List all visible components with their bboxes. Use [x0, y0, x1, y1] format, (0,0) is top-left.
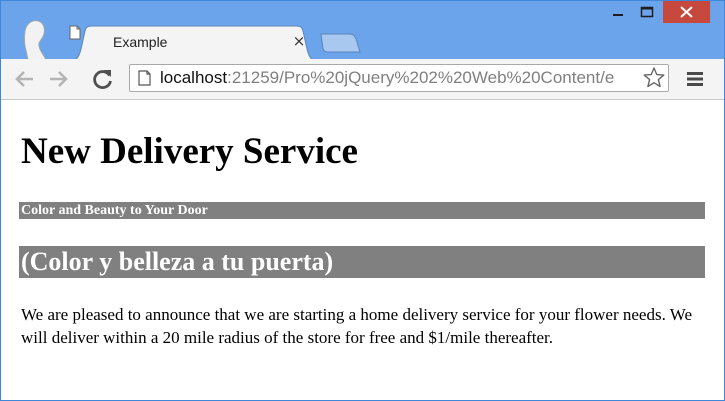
announcement-paragraph: We are pleased to announce that we are s…	[21, 305, 693, 347]
tab-close-icon[interactable]: ×	[289, 31, 309, 51]
page-icon	[138, 70, 151, 86]
url-text[interactable]: localhost:21259/Pro%20jQuery%202%20Web%2…	[160, 68, 614, 88]
reload-icon[interactable]	[91, 67, 115, 91]
address-bar[interactable]: localhost:21259/Pro%20jQuery%202%20Web%2…	[129, 64, 669, 92]
forward-arrow-icon[interactable]	[46, 67, 70, 91]
page-content: New Delivery Service Color and Beauty to…	[1, 100, 724, 400]
page-heading: New Delivery Service	[21, 131, 358, 172]
browser-window: Example × localhost:21259/Pro%20jQuery%2…	[0, 0, 725, 401]
browser-toolbar: localhost:21259/Pro%20jQuery%202%20Web%2…	[1, 59, 724, 100]
close-window-button[interactable]	[663, 1, 710, 23]
bookmark-button[interactable]	[640, 65, 668, 91]
close-icon	[680, 6, 693, 18]
menu-icon[interactable]	[684, 68, 706, 90]
star-icon	[643, 67, 665, 88]
tagline-heading: Color and Beauty to Your Door	[19, 202, 705, 219]
tab-title: Example	[113, 34, 168, 50]
profile-icon[interactable]	[19, 13, 49, 61]
minimize-button[interactable]	[605, 1, 631, 23]
back-arrow-icon[interactable]	[13, 67, 37, 91]
tagline-spanish-heading: (Color y belleza a tu puerta)	[19, 246, 705, 278]
tab-example[interactable]: Example ×	[69, 25, 319, 61]
title-bar: Example ×	[1, 1, 724, 61]
maximize-button[interactable]	[633, 1, 661, 23]
new-tab-button[interactable]	[319, 33, 361, 53]
url-path: :21259/Pro%20jQuery%202%20Web%20Content/…	[227, 68, 615, 87]
page-icon	[69, 25, 81, 40]
url-host: localhost	[160, 68, 228, 87]
